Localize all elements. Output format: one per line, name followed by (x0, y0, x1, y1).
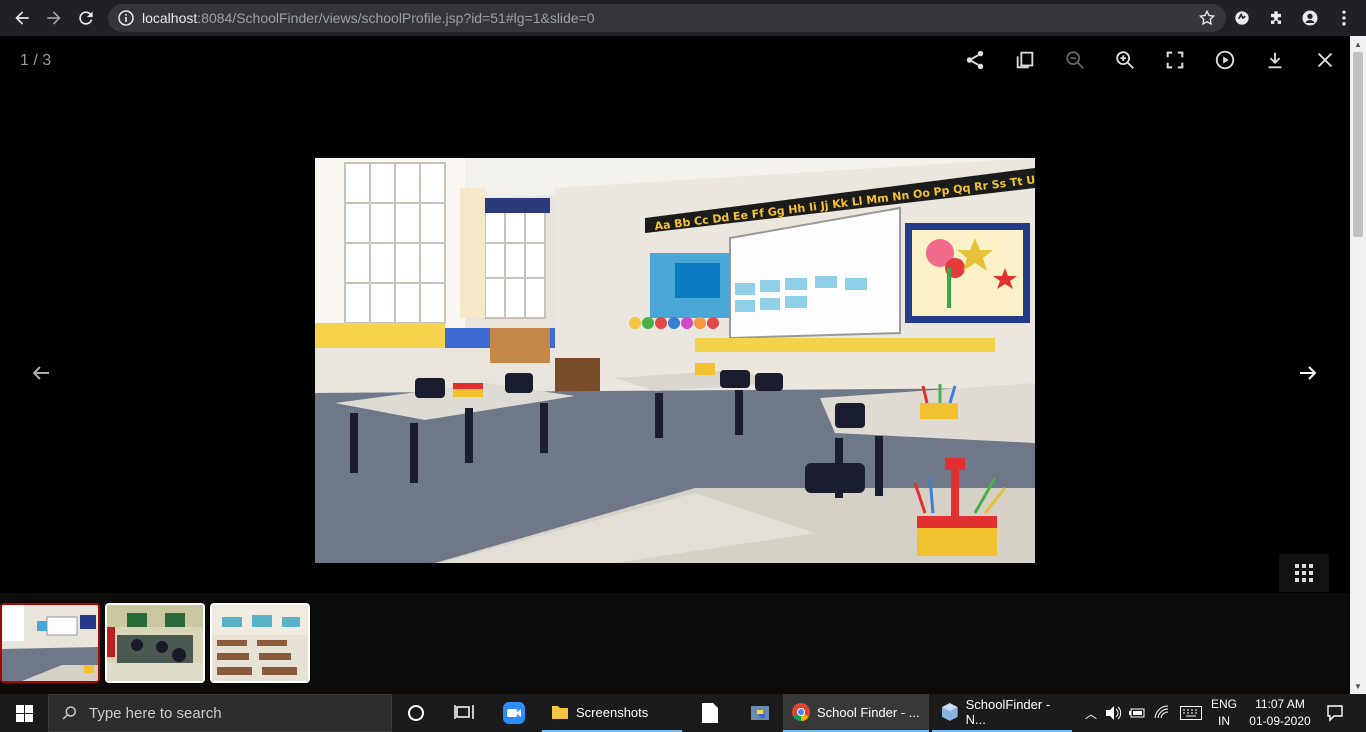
cortana-icon[interactable] (400, 694, 432, 732)
next-arrow-icon[interactable] (1290, 358, 1326, 388)
volume-icon[interactable] (1104, 705, 1122, 721)
page-scrollbar[interactable]: ▲ ▼ (1350, 36, 1366, 694)
search-icon (62, 706, 76, 720)
download-icon[interactable] (1250, 44, 1300, 76)
puzzle-extensions-icon[interactable] (1262, 4, 1290, 32)
chrome-icon (792, 703, 810, 721)
zoom-in-icon[interactable] (1100, 44, 1150, 76)
windows-start-icon[interactable] (0, 694, 48, 732)
clock-time: 11:07 AM (1255, 697, 1305, 711)
zoom-app-icon[interactable] (498, 694, 530, 732)
share-icon[interactable] (950, 44, 1000, 76)
play-icon[interactable] (1200, 44, 1250, 76)
close-icon[interactable] (1300, 44, 1350, 76)
scroll-up-icon[interactable]: ▲ (1350, 36, 1366, 52)
system-tray: ︿ (1082, 694, 1202, 732)
taskbar-app-label: Screenshots (576, 704, 649, 720)
taskbar-search-box[interactable]: Type here to search (48, 694, 392, 732)
site-info-icon[interactable] (118, 10, 134, 26)
browser-toolbar: localhost:8084/SchoolFinder/views/school… (0, 0, 1366, 36)
taskbar-app-label: SchoolFinder - N... (965, 697, 1051, 727)
previous-arrow-icon[interactable] (23, 358, 59, 388)
url-path: :8084/SchoolFinder/views/schoolProfile.j… (197, 10, 595, 26)
task-view-icon[interactable] (448, 694, 480, 732)
extensions-area (1228, 4, 1358, 32)
keyboard-icon[interactable] (1180, 706, 1202, 720)
taskbar-app-screenshots[interactable]: Screenshots (542, 694, 682, 732)
fullscreen-icon[interactable] (1150, 44, 1200, 76)
url-host: localhost (142, 10, 198, 26)
thumbnail-strip (0, 593, 1350, 694)
zoom-out-icon[interactable] (1050, 44, 1100, 76)
input-language-indicator[interactable]: ENG IN (1208, 696, 1240, 730)
image-lightbox: 1 / 3 Aa Bb Cc Dd Ee Ff Gg Hh Ii Jj Kk L… (0, 36, 1350, 694)
address-bar[interactable]: localhost:8084/SchoolFinder/views/school… (108, 4, 1226, 32)
action-center-notification-icon[interactable] (1320, 694, 1350, 732)
python-icon[interactable] (744, 694, 776, 732)
folder-icon (552, 706, 568, 719)
taskbar-app-chrome[interactable]: School Finder - ... (783, 694, 929, 732)
wifi-icon[interactable] (1154, 705, 1170, 721)
tray-chevron-up-icon[interactable]: ︿ (1082, 705, 1100, 722)
windows-taskbar: Type here to search Screenshots School F… (0, 694, 1366, 732)
notepad-icon[interactable] (694, 694, 726, 732)
language-code: ENG (1210, 697, 1237, 711)
battery-icon[interactable] (1128, 706, 1146, 720)
search-placeholder: Type here to search (89, 704, 222, 722)
thumbnail-grid-toggle-icon[interactable] (1279, 554, 1329, 592)
back-icon[interactable] (6, 2, 38, 34)
gallery-main-image: Aa Bb Cc Dd Ee Ff Gg Hh Ii Jj Kk Ll Mm N… (315, 158, 1035, 563)
reload-icon[interactable] (70, 2, 102, 34)
forward-icon[interactable] (38, 2, 70, 34)
thumbnail-2[interactable] (105, 603, 205, 683)
taskbar-clock[interactable]: 11:07 AM 01-09-2020 (1240, 696, 1320, 730)
extension-icon[interactable] (1228, 4, 1256, 32)
profile-avatar-icon[interactable] (1296, 4, 1324, 32)
netbeans-cube-icon (941, 703, 958, 721)
clock-date: 01-09-2020 (1249, 714, 1311, 728)
lightbox-toolbar (950, 44, 1350, 76)
menu-kebab-icon[interactable] (1330, 4, 1358, 32)
scroll-thumb[interactable] (1353, 52, 1363, 237)
copy-icon[interactable] (1000, 44, 1050, 76)
scroll-down-icon[interactable]: ▼ (1350, 678, 1366, 694)
slide-counter: 1 / 3 (20, 52, 52, 69)
thumbnail-1[interactable] (0, 603, 100, 683)
bookmark-star-icon[interactable] (1198, 9, 1216, 27)
language-region: IN (1218, 714, 1230, 728)
taskbar-app-netbeans[interactable]: SchoolFinder - N... (932, 694, 1072, 732)
thumbnail-3[interactable] (210, 603, 310, 683)
taskbar-app-label: School Finder - ... (817, 704, 920, 720)
